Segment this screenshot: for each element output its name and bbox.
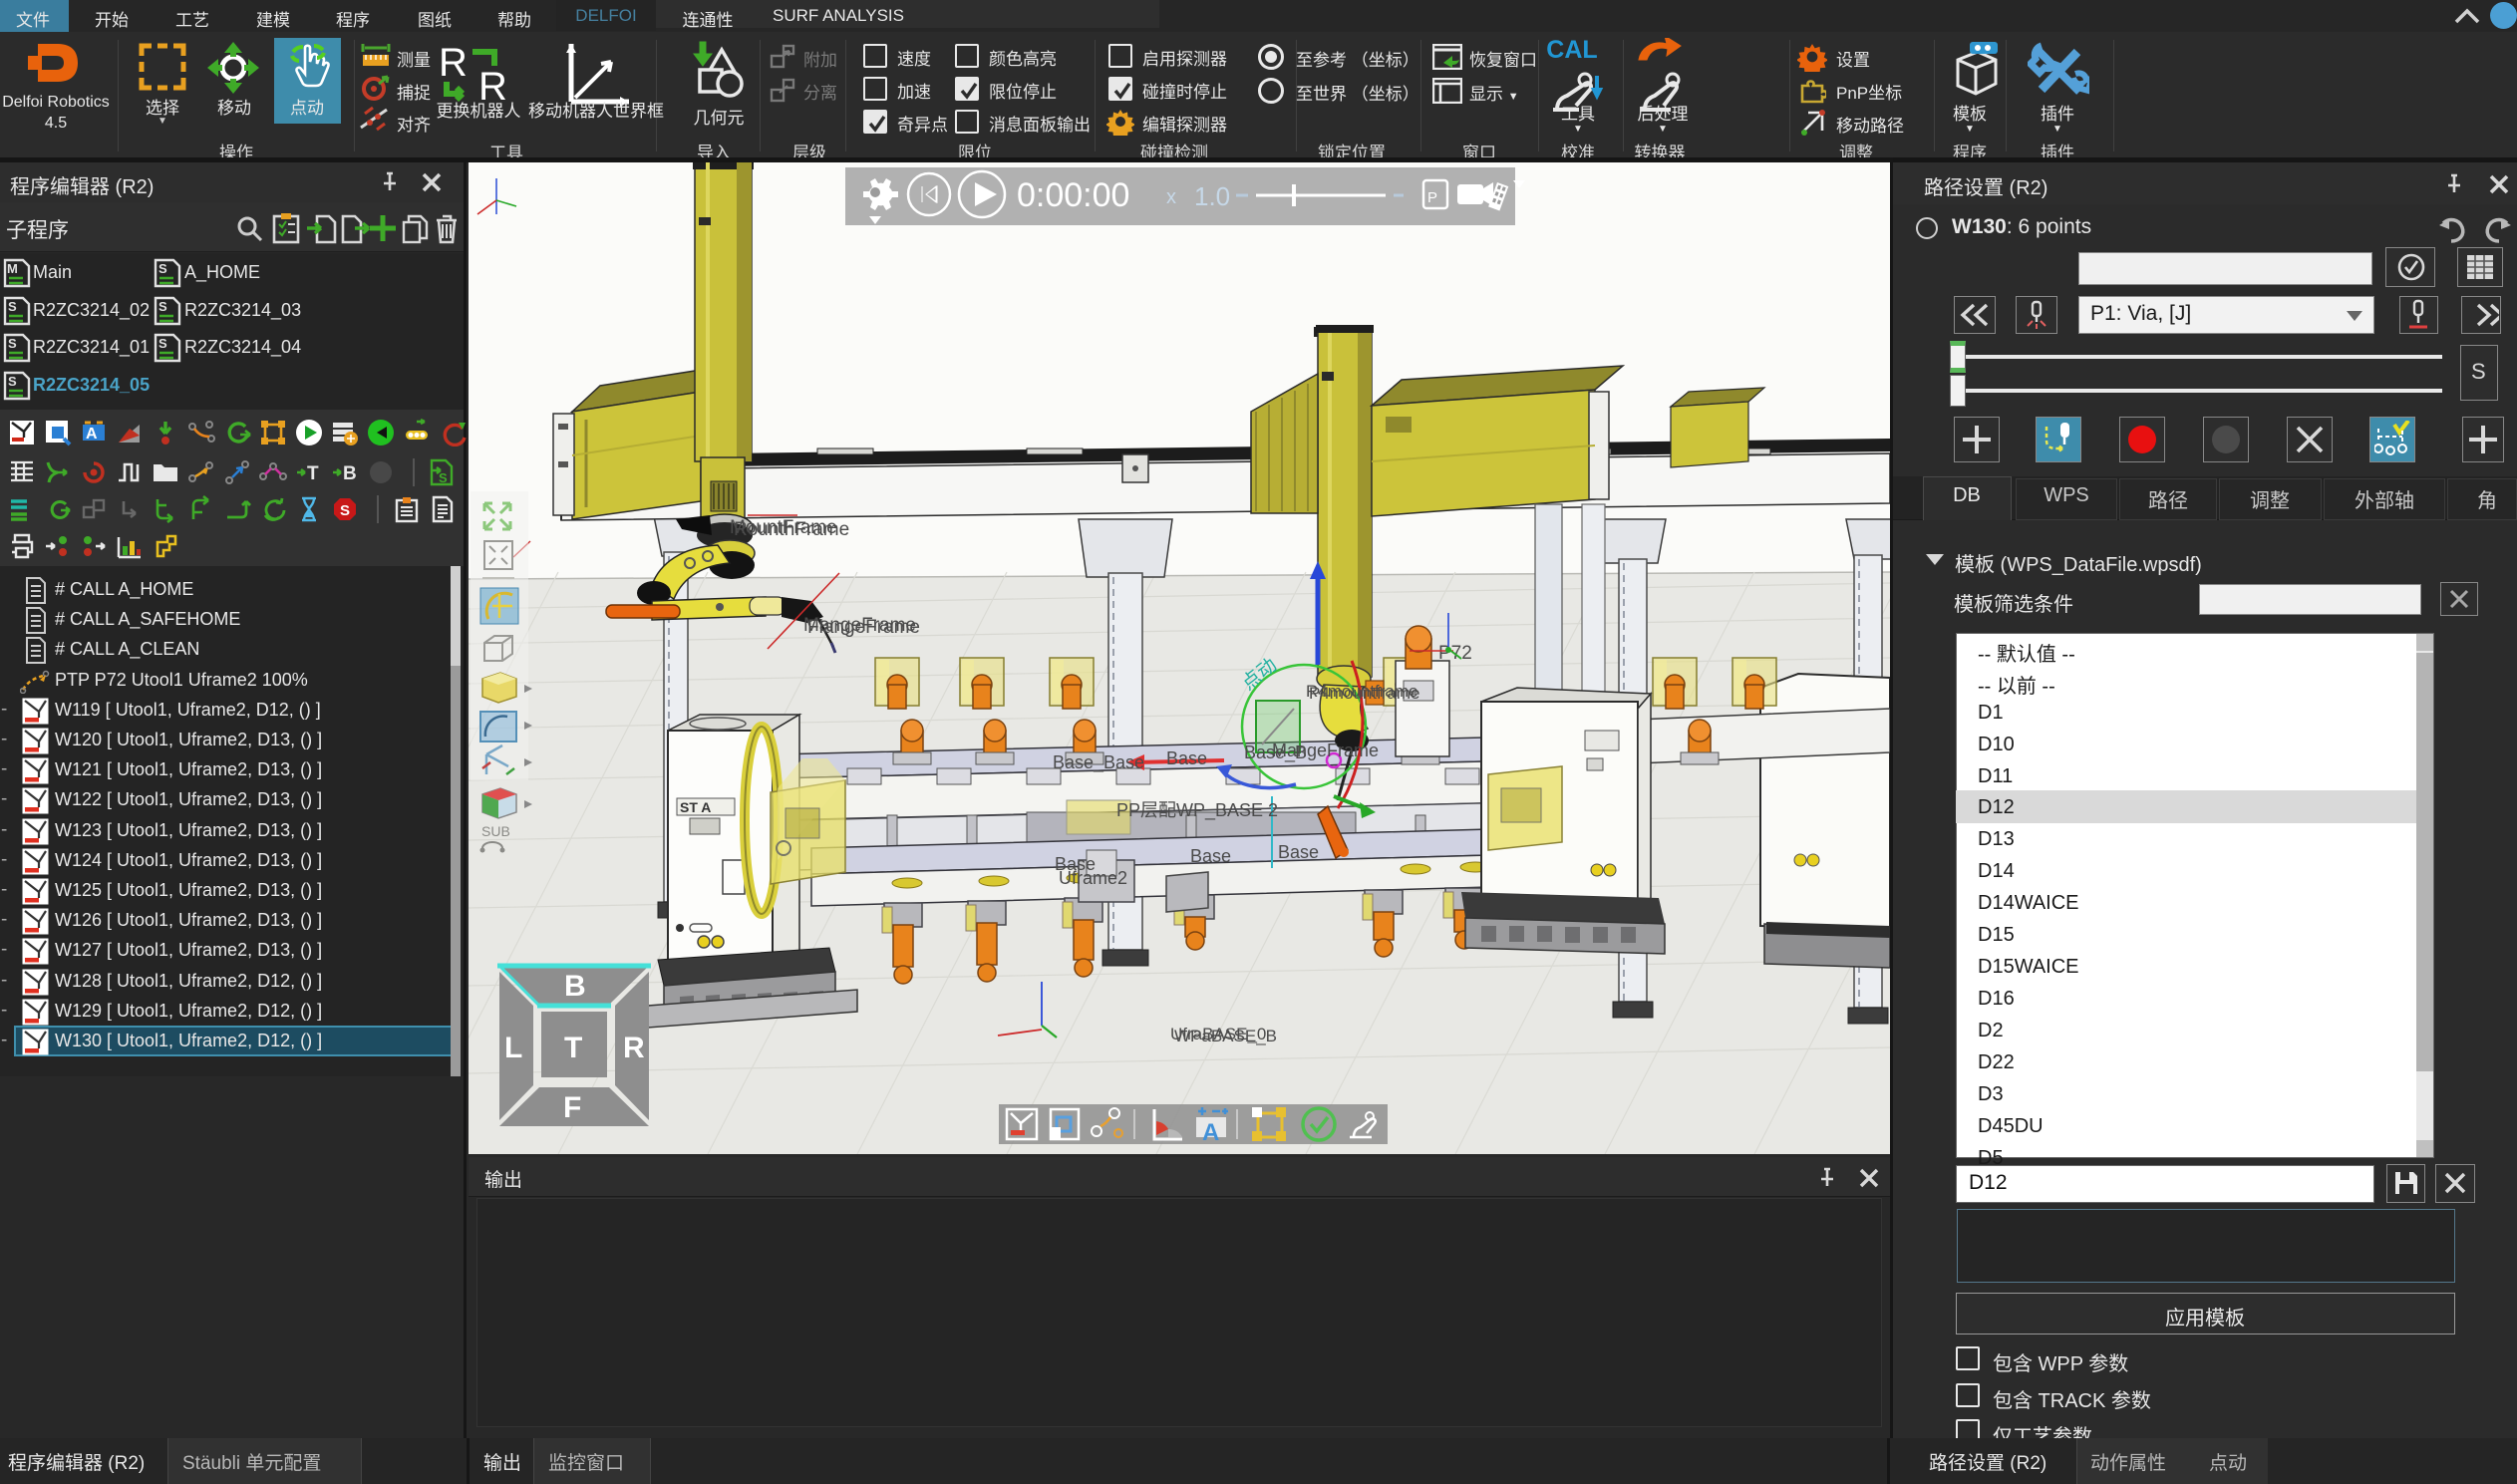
svg-text:T: T — [307, 463, 319, 484]
svg-text:Base: Base — [1278, 842, 1319, 862]
svg-text:S: S — [8, 374, 17, 389]
svg-text:Uframe2: Uframe2 — [1059, 868, 1127, 888]
svg-text:PP层配WP_BASE 2: PP层配WP_BASE 2 — [1116, 800, 1278, 821]
svg-text:ST A: ST A — [680, 799, 711, 815]
svg-text:S: S — [8, 299, 17, 314]
svg-text:Base: Base — [1190, 846, 1231, 866]
svg-text:S: S — [158, 336, 167, 351]
svg-text:A: A — [1202, 1119, 1219, 1146]
svg-text:1.0: 1.0 — [1194, 181, 1230, 211]
svg-text:L: L — [504, 1032, 522, 1064]
svg-text:S: S — [439, 470, 448, 485]
svg-text:F: F — [563, 1091, 581, 1124]
svg-text:S: S — [158, 261, 167, 276]
svg-text:T: T — [564, 1032, 582, 1064]
svg-text:R: R — [439, 42, 468, 85]
svg-text:S: S — [158, 299, 167, 314]
svg-text:Base: Base — [1166, 748, 1207, 768]
svg-text:R: R — [623, 1032, 645, 1064]
svg-text:A: A — [86, 426, 98, 443]
svg-text:RounthFrame: RounthFrame — [734, 519, 849, 540]
svg-text:B: B — [564, 970, 586, 1003]
svg-text:SUB: SUB — [481, 823, 510, 839]
svg-text:MangeFrame: MangeFrame — [1272, 741, 1379, 760]
svg-text:P4mountframe: P4mountframe — [1309, 684, 1420, 703]
svg-text:x: x — [1166, 186, 1176, 208]
svg-text:S: S — [340, 502, 350, 519]
svg-text:S: S — [8, 336, 17, 351]
svg-text:B: B — [343, 463, 357, 484]
svg-text:P: P — [1427, 189, 1437, 206]
svg-text:Base_Base: Base_Base — [1053, 752, 1144, 773]
svg-text:WPaBASE_B: WPaBASE_B — [1174, 1027, 1277, 1045]
svg-text:0:00:00: 0:00:00 — [1017, 176, 1129, 214]
svg-text:FlangeFrame: FlangeFrame — [807, 617, 920, 638]
svg-text:M: M — [7, 261, 18, 276]
